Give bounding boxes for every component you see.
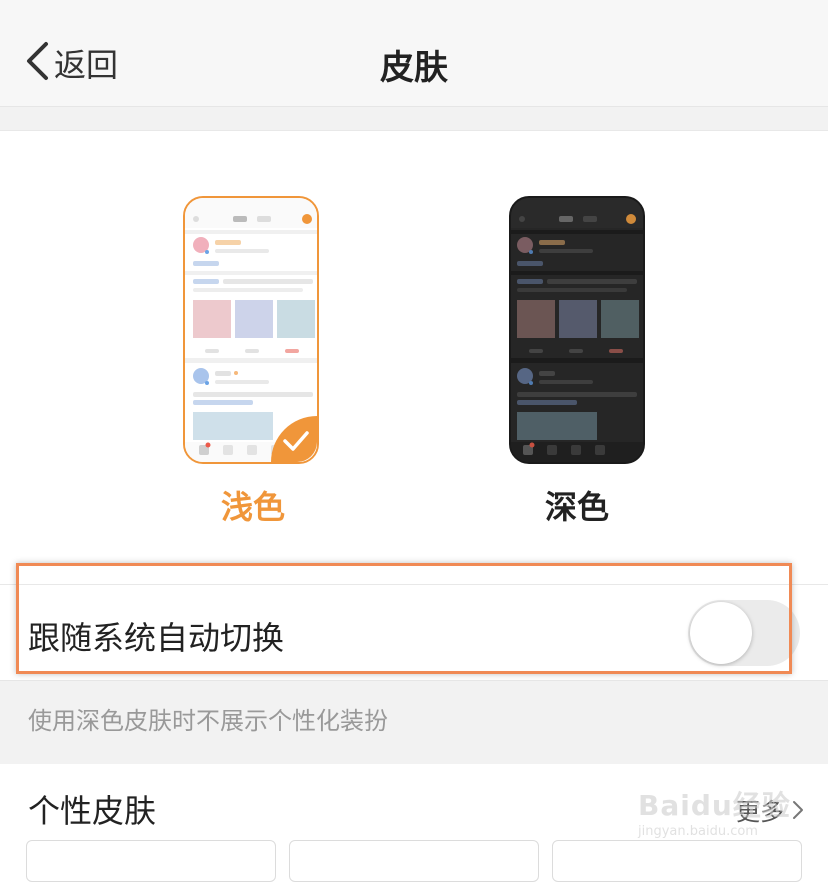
- check-icon: [283, 431, 309, 451]
- page-title: 皮肤: [380, 48, 448, 88]
- skin-thumbnail[interactable]: [552, 840, 802, 882]
- section-spacer: [0, 107, 828, 131]
- skin-thumbnail[interactable]: [26, 840, 276, 882]
- skin-label-dark[interactable]: 深色: [507, 482, 647, 528]
- navigation-bar: 返回 皮肤: [0, 0, 828, 107]
- section-title: 个性皮肤: [28, 792, 157, 830]
- follow-system-row: 跟随系统自动切换: [0, 585, 828, 680]
- hint-area: 使用深色皮肤时不展示个性化装扮: [0, 680, 828, 765]
- follow-system-toggle[interactable]: [688, 600, 800, 666]
- skin-thumbnail[interactable]: [289, 840, 539, 882]
- skin-option-light[interactable]: [183, 196, 323, 466]
- toggle-knob: [690, 602, 752, 664]
- chevron-right-icon: [793, 800, 803, 819]
- skin-option-dark[interactable]: [507, 196, 647, 466]
- light-skin-preview: [183, 196, 319, 464]
- hint-text: 使用深色皮肤时不展示个性化装扮: [28, 707, 388, 735]
- more-label: 更多: [736, 798, 784, 826]
- more-link[interactable]: 更多: [736, 792, 804, 827]
- dark-skin-preview: [509, 196, 645, 464]
- skin-label-light[interactable]: 浅色: [183, 482, 323, 528]
- follow-system-label: 跟随系统自动切换: [28, 619, 285, 657]
